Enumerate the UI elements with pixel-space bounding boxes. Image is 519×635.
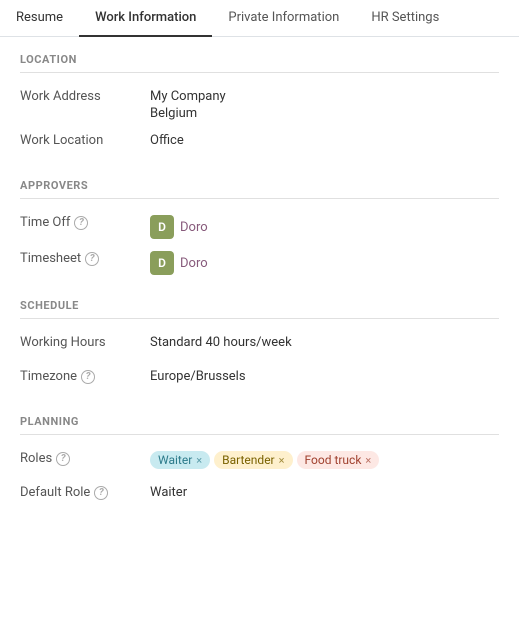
- tab-bar: Resume Work Information Private Informat…: [0, 0, 519, 37]
- time-off-value: D Doro: [150, 213, 499, 239]
- time-off-avatar: D: [150, 215, 174, 239]
- role-tag-foodtruck-close[interactable]: ×: [365, 454, 371, 467]
- role-tag-waiter-close[interactable]: ×: [196, 454, 202, 467]
- roles-label: Roles ?: [20, 449, 150, 466]
- work-address-value: My Company Belgium: [150, 87, 499, 121]
- timezone-help-icon[interactable]: ?: [81, 370, 95, 384]
- timesheet-row: Timesheet ? D Doro: [20, 249, 499, 275]
- timezone-row: Timezone ? Europe/Brussels: [20, 367, 499, 391]
- working-hours-row: Working Hours Standard 40 hours/week: [20, 333, 499, 357]
- approvers-header: APPROVERS: [20, 179, 499, 199]
- planning-header: PLANNING: [20, 415, 499, 435]
- tab-resume[interactable]: Resume: [0, 0, 79, 37]
- work-location-row: Work Location Office: [20, 131, 499, 155]
- roles-tags-container: Waiter × Bartender × Food truck ×: [150, 451, 499, 469]
- work-address-label: Work Address: [20, 87, 150, 104]
- working-hours-label: Working Hours: [20, 333, 150, 350]
- tab-work-information[interactable]: Work Information: [79, 0, 212, 37]
- time-off-row: Time Off ? D Doro: [20, 213, 499, 239]
- roles-help-icon[interactable]: ?: [56, 452, 70, 466]
- timesheet-help-icon[interactable]: ?: [85, 252, 99, 266]
- default-role-help-icon[interactable]: ?: [94, 486, 108, 500]
- timezone-label: Timezone ?: [20, 367, 150, 384]
- roles-row: Roles ? Waiter × Bartender × Food truck …: [20, 449, 499, 473]
- content-area: LOCATION Work Address My Company Belgium…: [0, 37, 519, 547]
- role-tag-waiter-label: Waiter: [158, 453, 192, 467]
- time-off-help-icon[interactable]: ?: [74, 216, 88, 230]
- default-role-row: Default Role ? Waiter: [20, 483, 499, 507]
- role-tag-waiter: Waiter ×: [150, 451, 210, 469]
- role-tag-bartender: Bartender ×: [214, 451, 292, 469]
- time-off-person[interactable]: Doro: [180, 220, 208, 235]
- work-address-row: Work Address My Company Belgium: [20, 87, 499, 121]
- work-location-value: Office: [150, 131, 499, 148]
- default-role-label: Default Role ?: [20, 483, 150, 500]
- location-section: LOCATION Work Address My Company Belgium…: [20, 53, 499, 155]
- tab-private-information[interactable]: Private Information: [212, 0, 355, 37]
- time-off-label: Time Off ?: [20, 213, 150, 230]
- timesheet-value: D Doro: [150, 249, 499, 275]
- schedule-header: SCHEDULE: [20, 299, 499, 319]
- default-role-value: Waiter: [150, 483, 499, 500]
- approvers-section: APPROVERS Time Off ? D Doro Timesheet ? …: [20, 179, 499, 275]
- timesheet-person[interactable]: Doro: [180, 256, 208, 271]
- work-address-company[interactable]: My Company: [150, 89, 499, 104]
- working-hours-value: Standard 40 hours/week: [150, 333, 499, 350]
- planning-section: PLANNING Roles ? Waiter × Bartender ×: [20, 415, 499, 507]
- timesheet-avatar: D: [150, 251, 174, 275]
- timesheet-label: Timesheet ?: [20, 249, 150, 266]
- role-tag-foodtruck-label: Food truck: [305, 453, 362, 467]
- work-location-label: Work Location: [20, 131, 150, 148]
- location-header: LOCATION: [20, 53, 499, 73]
- timezone-value: Europe/Brussels: [150, 367, 499, 384]
- roles-tags: Waiter × Bartender × Food truck ×: [150, 449, 499, 469]
- role-tag-bartender-label: Bartender: [222, 453, 274, 467]
- tab-hr-settings[interactable]: HR Settings: [355, 0, 455, 37]
- role-tag-bartender-close[interactable]: ×: [279, 454, 285, 467]
- role-tag-foodtruck: Food truck ×: [297, 451, 380, 469]
- work-address-country: Belgium: [150, 106, 499, 121]
- schedule-section: SCHEDULE Working Hours Standard 40 hours…: [20, 299, 499, 391]
